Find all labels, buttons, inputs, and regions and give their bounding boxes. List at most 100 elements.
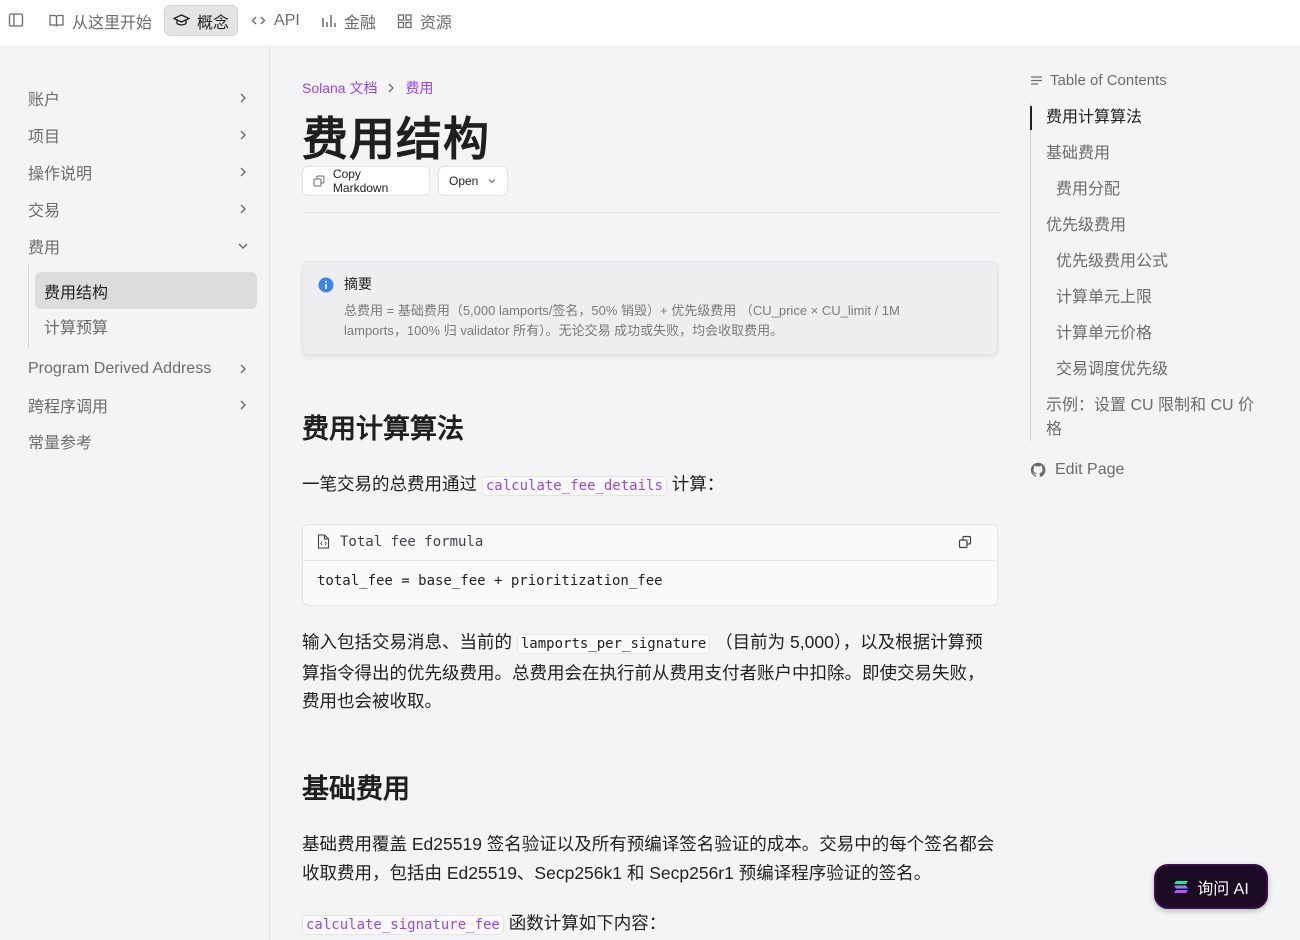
toc-item[interactable]: 示例：设置 CU 限制和 CU 价格 bbox=[1046, 394, 1258, 442]
chevron-right-icon bbox=[389, 83, 395, 93]
breadcrumb: Solana 文档 费用 bbox=[302, 78, 433, 98]
copy-icon bbox=[313, 175, 325, 187]
sidebar-item-programs[interactable]: 项目 bbox=[28, 123, 250, 147]
toc-item[interactable]: 计算单元上限 bbox=[1056, 286, 1152, 310]
bar-chart-icon bbox=[322, 15, 336, 27]
heading-fee-algorithm: 费用计算算法 bbox=[302, 414, 464, 444]
sidebar-subnav-fees: 费用结构 计算预算 bbox=[28, 265, 258, 348]
toc-item[interactable]: 基础费用 bbox=[1046, 142, 1110, 166]
tab-finance[interactable]: 金融 bbox=[312, 5, 384, 36]
text: 计算： bbox=[671, 474, 725, 494]
sidebar-item-compute-budget[interactable]: 计算预算 bbox=[35, 307, 257, 344]
sidebar-item-label: 交易 bbox=[28, 203, 61, 220]
chevron-right-icon bbox=[240, 364, 246, 374]
page-title: 费用结构 bbox=[302, 113, 490, 165]
breadcrumb-root-link[interactable]: Solana 文档 bbox=[302, 78, 377, 98]
paragraph-fee-algorithm: 一笔交易的总费用通过 calculate_fee_details 计算： bbox=[302, 470, 998, 501]
summary-callout: 摘要 总费用 = 基础费用（5,000 lamports/签名，50% 销毁）+… bbox=[302, 261, 998, 355]
text: 输入包括交易消息、当前的 bbox=[302, 632, 512, 652]
breadcrumb-current-link[interactable]: 费用 bbox=[405, 78, 433, 98]
code-line: total_fee = base_fee + prioritization_fe… bbox=[317, 573, 663, 589]
edit-page-label: Edit Page bbox=[1055, 461, 1125, 478]
toc-heading: Table of Contents bbox=[1030, 72, 1167, 89]
sidebar-item-constants[interactable]: 常量参考 bbox=[28, 429, 250, 453]
chevron-down-icon bbox=[488, 179, 496, 184]
code-icon bbox=[251, 16, 266, 25]
grid-icon bbox=[397, 14, 412, 29]
toc-active-indicator bbox=[1030, 106, 1032, 130]
sidebar-item-label: 费用 bbox=[28, 240, 61, 257]
sidebar-item-label: 跨程序调用 bbox=[28, 399, 109, 416]
chevron-right-icon bbox=[240, 167, 246, 177]
sidebar-item-label: 费用结构 bbox=[44, 284, 109, 302]
toc-item[interactable]: 费用计算算法 bbox=[1046, 106, 1142, 130]
ask-ai-label: 询问 AI bbox=[1197, 880, 1249, 898]
toc-item[interactable]: 计算单元价格 bbox=[1056, 322, 1152, 346]
tab-api[interactable]: API bbox=[242, 5, 308, 36]
file-code-icon bbox=[317, 534, 330, 549]
sidebar-toggle-icon[interactable] bbox=[8, 12, 24, 28]
book-icon bbox=[49, 14, 64, 27]
tab-resources[interactable]: 资源 bbox=[388, 5, 460, 36]
top-nav-tabs: 从这里开始 概念 API 金融 资源 bbox=[40, 5, 464, 36]
top-navigation-bar: 从这里开始 概念 API 金融 资源 bbox=[0, 0, 1300, 45]
copy-markdown-label: Copy Markdown bbox=[332, 167, 389, 195]
github-icon bbox=[1030, 462, 1046, 477]
toc-item[interactable]: 优先级费用公式 bbox=[1056, 250, 1168, 274]
paragraph-signature-fee: calculate_signature_fee 函数计算如下内容： bbox=[302, 909, 998, 940]
tab-concepts[interactable]: 概念 bbox=[164, 5, 239, 36]
sidebar-item-transactions[interactable]: 交易 bbox=[28, 197, 250, 221]
toc-list: 费用计算算法 基础费用 费用分配 优先级费用 优先级费用公式 计算单元上限 计算… bbox=[1030, 103, 1260, 441]
sidebar-item-label: 操作说明 bbox=[28, 166, 93, 183]
callout-text: 总费用 = 基础费用（5,000 lamports/签名，50% 销毁）+ 优先… bbox=[344, 303, 900, 338]
chevron-down-icon bbox=[238, 243, 248, 249]
toc-item[interactable]: 费用分配 bbox=[1056, 178, 1120, 202]
chevron-right-icon bbox=[240, 130, 246, 140]
sidebar-item-instructions[interactable]: 操作说明 bbox=[28, 160, 250, 184]
tab-concepts-label: 概念 bbox=[197, 14, 230, 32]
code-block: Total fee formula total_fee = base_fee +… bbox=[302, 524, 998, 606]
list-icon bbox=[1031, 76, 1042, 85]
sidebar-item-cpi[interactable]: 跨程序调用 bbox=[28, 393, 250, 417]
sidebar-item-fee-structure[interactable]: 费用结构 bbox=[35, 272, 257, 309]
sidebar-item-label: 计算预算 bbox=[44, 319, 109, 337]
chevron-right-icon bbox=[240, 93, 246, 103]
toc-item[interactable]: 交易调度优先级 bbox=[1056, 358, 1168, 382]
paragraph-inputs: 输入包括交易消息、当前的 lamports_per_signature （目前为… bbox=[302, 628, 998, 716]
sidebar-item-pda[interactable]: Program Derived Address bbox=[28, 357, 250, 381]
tab-resources-label: 资源 bbox=[419, 14, 452, 32]
tab-finance-label: 金融 bbox=[343, 14, 376, 32]
chevron-right-icon bbox=[240, 400, 246, 410]
heading-base-fee: 基础费用 bbox=[302, 774, 410, 804]
open-label: Open bbox=[449, 174, 479, 188]
copy-icon[interactable] bbox=[958, 535, 972, 549]
sidebar-item-fees[interactable]: 费用 bbox=[28, 234, 250, 258]
open-dropdown-button[interactable]: Open bbox=[438, 166, 508, 196]
text: 函数计算如下内容： bbox=[508, 913, 667, 933]
copy-markdown-button[interactable]: Copy Markdown bbox=[302, 166, 430, 196]
code-block-header: Total fee formula bbox=[303, 525, 997, 561]
inline-code: lamports_per_signature bbox=[516, 634, 711, 654]
ask-ai-button[interactable]: 询问 AI bbox=[1154, 864, 1268, 909]
sidebar-item-label: 项目 bbox=[28, 129, 61, 146]
header-divider bbox=[302, 212, 998, 213]
inline-code: calculate_fee_details bbox=[481, 476, 667, 496]
toc-item[interactable]: 优先级费用 bbox=[1046, 214, 1126, 238]
tab-api-label: API bbox=[274, 11, 300, 29]
paragraph-base-fee: 基础费用覆盖 Ed25519 签名验证以及所有预编译签名验证的成本。交易中的每个… bbox=[302, 834, 995, 883]
graduation-cap-icon bbox=[173, 14, 191, 26]
code-block-caption: Total fee formula bbox=[340, 534, 484, 550]
sidebar-item-accounts[interactable]: 账户 bbox=[28, 86, 250, 110]
sidebar-item-label: 常量参考 bbox=[28, 435, 93, 452]
edit-page-link[interactable]: Edit Page bbox=[1030, 461, 1124, 479]
chevron-right-icon bbox=[240, 204, 246, 214]
sidebar-item-label: Program Derived Address bbox=[28, 360, 212, 377]
callout-title: 摘要 bbox=[344, 276, 372, 292]
inline-code: calculate_signature_fee bbox=[302, 915, 504, 935]
sidebar-item-label: 账户 bbox=[28, 92, 61, 109]
left-sidebar: 账户 项目 操作说明 交易 费用 费用结构 计算预算 Program Deriv… bbox=[0, 45, 270, 940]
info-icon bbox=[318, 277, 334, 293]
text: 一笔交易的总费用通过 bbox=[302, 474, 477, 494]
tab-get-started[interactable]: 从这里开始 bbox=[40, 5, 160, 36]
tab-get-started-label: 从这里开始 bbox=[72, 14, 153, 32]
